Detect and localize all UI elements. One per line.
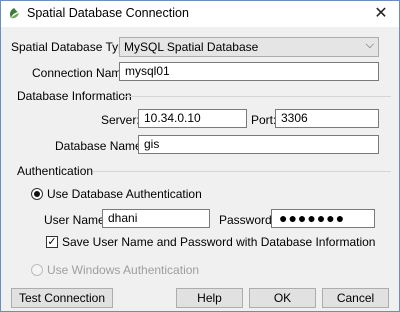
db-type-select[interactable]: MySQL Spatial Database ⌵	[119, 37, 379, 57]
check-icon: ✓	[47, 236, 57, 248]
help-button[interactable]: Help	[176, 288, 243, 308]
db-info-heading: Database Information	[17, 89, 132, 103]
password-masked-value: ●●●●●●●	[279, 210, 346, 226]
username-input[interactable]: dhani	[102, 209, 210, 228]
db-name-label: Database Name:	[55, 139, 146, 153]
db-info-divider	[123, 96, 391, 97]
auth-divider	[93, 171, 391, 172]
db-auth-radio[interactable]	[31, 188, 43, 200]
username-label: User Name:	[44, 213, 109, 227]
ok-button[interactable]: OK	[249, 288, 316, 308]
chevron-down-icon: ⌵	[365, 39, 374, 51]
save-credentials-checkbox[interactable]: ✓	[46, 236, 58, 248]
spatial-db-connection-dialog: Spatial Database Connection ✕ Spatial Da…	[0, 0, 400, 312]
title-bar: Spatial Database Connection ✕	[1, 1, 399, 27]
db-type-value: MySQL Spatial Database	[124, 40, 259, 54]
window-title: Spatial Database Connection	[27, 6, 189, 20]
db-name-input[interactable]: gis	[138, 135, 379, 154]
app-logo-icon	[7, 7, 21, 21]
windows-auth-label[interactable]: Use Windows Authentication	[47, 263, 199, 277]
windows-auth-radio[interactable]	[31, 264, 43, 276]
close-icon[interactable]: ✕	[363, 1, 399, 27]
radio-selected-dot	[34, 191, 40, 197]
password-label: Password:	[219, 213, 276, 227]
save-credentials-label[interactable]: Save User Name and Password with Databas…	[62, 235, 375, 249]
connection-name-input[interactable]: mysql01	[119, 62, 379, 81]
server-label: Server:	[101, 113, 140, 127]
cancel-button[interactable]: Cancel	[322, 288, 389, 308]
password-input[interactable]: ●●●●●●●	[271, 209, 375, 228]
auth-heading: Authentication	[17, 164, 94, 178]
db-type-label: Spatial Database Type:	[11, 40, 135, 54]
port-input[interactable]: 3306	[275, 109, 379, 128]
test-connection-button[interactable]: Test Connection	[11, 288, 113, 308]
connection-name-label: Connection Name:	[32, 66, 132, 80]
port-label: Port:	[251, 113, 277, 127]
server-input[interactable]: 10.34.0.10	[138, 109, 247, 128]
db-auth-label[interactable]: Use Database Authentication	[47, 187, 202, 201]
